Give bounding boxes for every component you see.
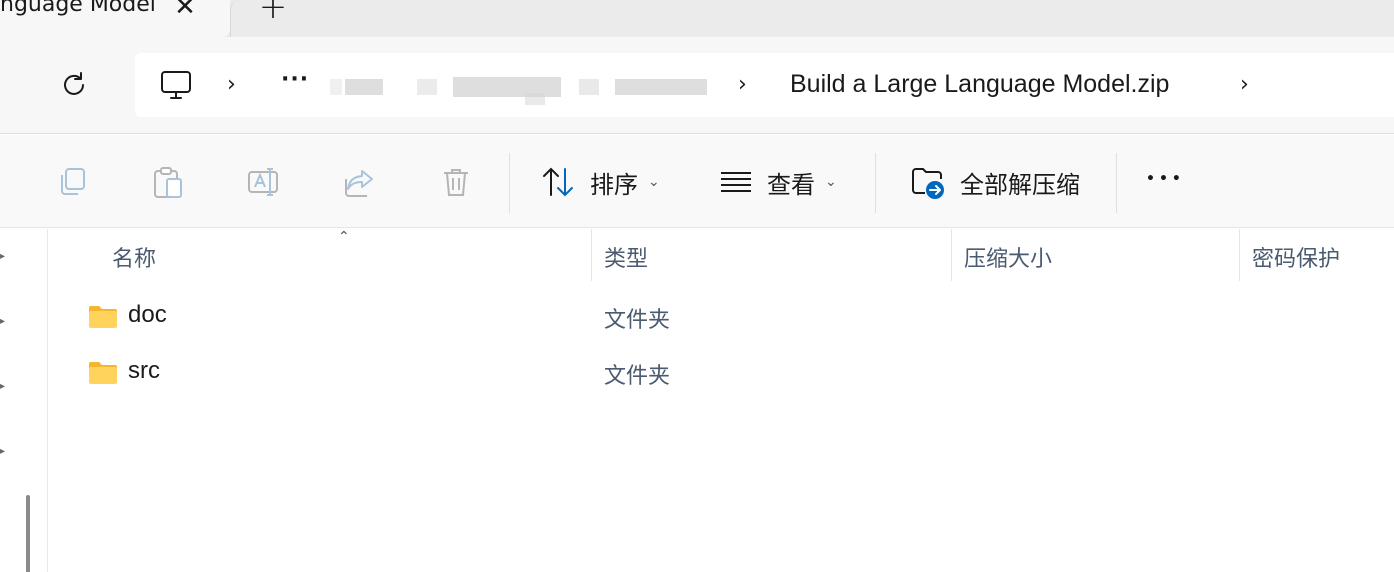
command-bar: 排序 ⌄ 查看 ⌄ 全部解压缩 ••• xyxy=(0,135,1394,228)
expand-arrow-icon[interactable]: ▸ xyxy=(0,447,6,457)
folder-icon xyxy=(89,362,117,384)
close-tab-icon[interactable]: ✕ xyxy=(172,0,198,20)
sort-icon xyxy=(543,167,573,197)
blurred-crumb xyxy=(525,93,545,105)
share-icon[interactable] xyxy=(342,165,376,199)
view-button[interactable]: 查看 ⌄ xyxy=(719,157,837,207)
delete-icon[interactable] xyxy=(439,165,473,199)
tab-strip: nguage Model ✕ + xyxy=(0,0,1394,37)
blurred-crumb xyxy=(330,79,342,95)
blurred-crumb xyxy=(345,79,383,95)
navigation-pane[interactable]: ▸ ▸ ▸ ▸ xyxy=(0,229,48,572)
row-type: 文件夹 xyxy=(604,364,671,389)
expand-arrow-icon[interactable]: ▸ xyxy=(0,382,6,392)
blurred-crumb xyxy=(579,79,599,95)
expand-arrow-icon[interactable]: ▸ xyxy=(0,317,6,327)
row-type: 文件夹 xyxy=(604,308,671,333)
breadcrumb-item-zip[interactable]: Build a Large Language Model.zip xyxy=(790,70,1169,99)
this-pc-icon[interactable] xyxy=(159,68,193,102)
navigation-scrollbar[interactable] xyxy=(26,495,30,572)
more-options-icon[interactable]: ••• xyxy=(1146,171,1185,187)
column-divider[interactable] xyxy=(1239,229,1240,281)
blurred-crumb xyxy=(615,79,707,95)
active-tab[interactable]: nguage Model ✕ xyxy=(0,0,230,37)
column-divider[interactable] xyxy=(591,229,592,281)
extract-all-label: 全部解压缩 xyxy=(960,170,1080,199)
chevron-right-icon[interactable]: › xyxy=(227,71,236,99)
column-header: ⌃ 名称 类型 压缩大小 密码保护 xyxy=(48,229,1394,281)
folder-icon xyxy=(89,306,117,328)
column-header-password[interactable]: 密码保护 xyxy=(1252,241,1340,273)
sort-button[interactable]: 排序 ⌄ xyxy=(540,157,660,207)
rename-icon[interactable] xyxy=(246,165,280,199)
address-row: › ··· › Build a Large Language Model.zip… xyxy=(0,37,1394,134)
file-list-empty-area[interactable] xyxy=(48,401,1394,572)
extract-all-button[interactable]: 全部解压缩 xyxy=(910,157,1080,207)
view-label: 查看 xyxy=(767,170,815,199)
tab-strip-empty-area[interactable] xyxy=(230,0,1394,37)
toolbar-separator xyxy=(875,153,876,213)
copy-icon[interactable] xyxy=(56,165,90,199)
row-name[interactable]: doc xyxy=(128,301,167,329)
chevron-down-icon: ⌄ xyxy=(825,174,837,190)
chevron-right-icon[interactable]: › xyxy=(1240,71,1249,99)
toolbar-separator xyxy=(1116,153,1117,213)
sort-label: 排序 xyxy=(590,170,638,199)
sort-ascending-icon: ⌃ xyxy=(338,229,350,245)
column-header-name[interactable]: 名称 xyxy=(112,241,156,273)
chevron-down-icon: ⌄ xyxy=(648,174,660,190)
tab-title: nguage Model xyxy=(0,0,156,17)
breadcrumb[interactable]: › ··· › Build a Large Language Model.zip… xyxy=(135,53,1394,117)
toolbar-separator xyxy=(509,153,510,213)
row-name[interactable]: src xyxy=(128,357,160,385)
expand-arrow-icon[interactable]: ▸ xyxy=(0,252,6,262)
new-tab-icon[interactable]: + xyxy=(258,0,288,24)
column-header-type[interactable]: 类型 xyxy=(604,241,648,273)
table-row[interactable]: doc 文件夹 xyxy=(48,289,1394,345)
chevron-right-icon[interactable]: › xyxy=(738,71,747,99)
column-header-compressed-size[interactable]: 压缩大小 xyxy=(964,241,1052,273)
table-row[interactable]: src 文件夹 xyxy=(48,345,1394,401)
extract-folder-icon xyxy=(912,168,944,199)
refresh-icon[interactable] xyxy=(58,69,90,101)
column-divider[interactable] xyxy=(951,229,952,281)
breadcrumb-overflow-button[interactable]: ··· xyxy=(281,67,309,92)
blurred-crumb xyxy=(417,79,437,95)
view-icon xyxy=(721,172,751,192)
paste-icon[interactable] xyxy=(151,165,185,199)
